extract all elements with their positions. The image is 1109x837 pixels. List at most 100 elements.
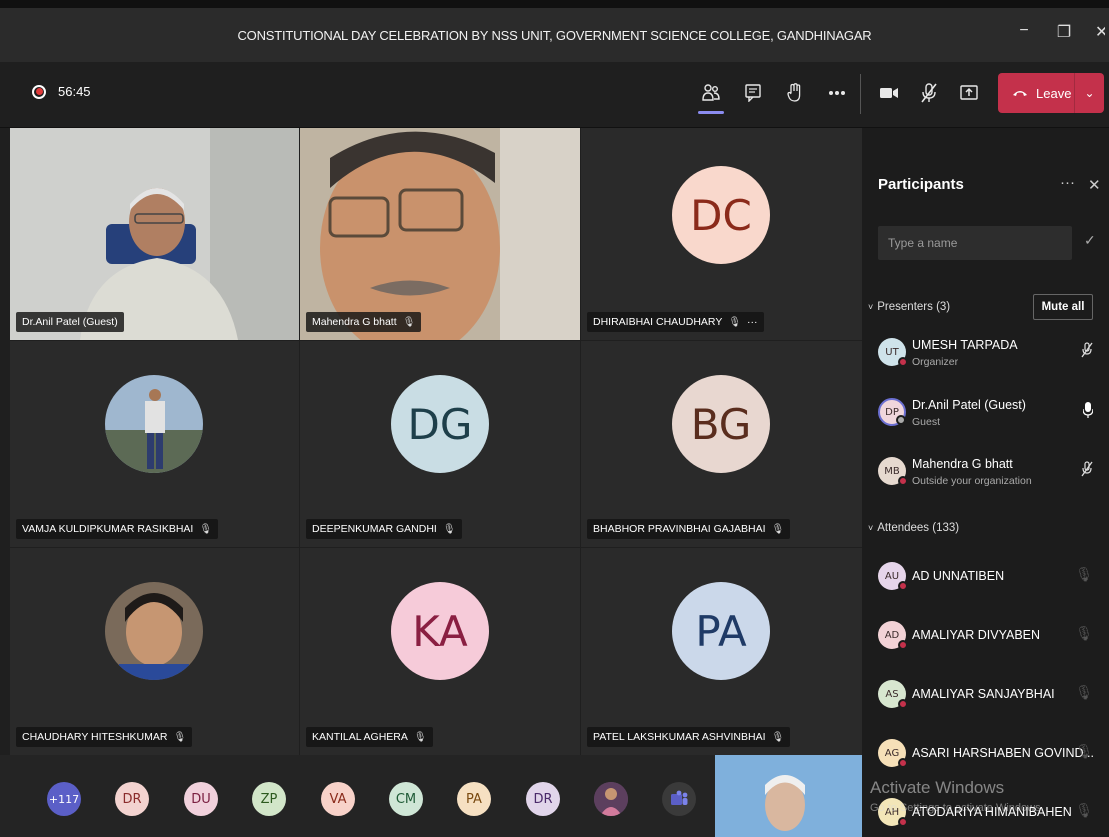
mic-icon: 🎙	[771, 731, 785, 743]
participant-avatar: BG	[672, 375, 770, 473]
tile-label: DHIRAIBHAI CHAUDHARY 🎙 ···	[587, 312, 764, 332]
search-input[interactable]	[878, 226, 1072, 260]
tile-more-icon[interactable]: ···	[747, 316, 758, 328]
mic-off-icon[interactable]: 🎙	[1075, 802, 1093, 819]
leave-label: Leave	[1036, 85, 1072, 101]
mic-off-icon[interactable]: 🎙	[1075, 566, 1093, 583]
camera-icon[interactable]	[878, 80, 900, 106]
minimize-icon[interactable]: −	[1015, 22, 1033, 42]
check-icon[interactable]: ✓	[1084, 232, 1096, 249]
mute-all-button[interactable]: Mute all	[1033, 294, 1093, 320]
presenters-header[interactable]: ˅ Presenters (3)	[868, 301, 950, 313]
restore-icon[interactable]: ❐	[1055, 22, 1073, 42]
phone-hangup-icon	[1013, 91, 1027, 96]
participant-row[interactable]: AS AMALIYAR SANJAYBHAI 🎙	[878, 676, 1103, 720]
mic-off-icon[interactable]: 🎙	[1075, 625, 1093, 642]
participant-name: BHABHOR PRAVINBHAI GAJABHAI	[593, 523, 766, 535]
video-tile[interactable]: DC DHIRAIBHAI CHAUDHARY 🎙 ···	[581, 128, 862, 340]
participant-chip[interactable]: DR	[115, 782, 149, 816]
participant-row[interactable]: UT UMESH TARPADA Organizer	[878, 334, 1103, 378]
participant-row[interactable]: AD AMALIYAR DIVYABEN 🎙	[878, 617, 1103, 661]
video-tile[interactable]: Dr.Anil Patel (Guest)	[10, 128, 299, 340]
participant-avatar: AD	[878, 621, 908, 650]
leave-main[interactable]: Leave	[998, 86, 1074, 101]
mic-off-icon[interactable]: 🎙	[1075, 743, 1093, 760]
participants-panel: Participants ··· ✕ ✓ ˅ Presenters (3) Mu…	[862, 128, 1109, 837]
status-icon	[898, 581, 908, 591]
participant-photo	[105, 582, 203, 680]
mic-off-icon[interactable]	[1081, 342, 1093, 361]
tile-label: CHAUDHARY HITESHKUMAR 🎙	[16, 727, 193, 747]
participant-video	[300, 128, 580, 340]
panel-more-icon[interactable]: ···	[1060, 174, 1075, 191]
video-tile[interactable]: PA PATEL LAKSHKUMAR ASHVINBHAI 🎙	[581, 548, 862, 755]
participant-avatar: AG	[878, 739, 908, 768]
video-tile[interactable]: VAMJA KULDIPKUMAR RASIKBHAI 🎙	[10, 341, 299, 547]
participant-name: UMESH TARPADA	[912, 338, 1018, 352]
participant-row[interactable]: MB Mahendra G bhatt Outside your organiz…	[878, 453, 1103, 497]
participant-chip[interactable]: CM	[389, 782, 423, 816]
participants-icon[interactable]	[698, 80, 724, 114]
meeting-title: CONSTITUTIONAL DAY CELEBRATION BY NSS UN…	[237, 27, 872, 43]
mic-icon: 🎙	[199, 523, 213, 535]
chevron-down-icon[interactable]: ⌄	[1075, 86, 1104, 100]
video-tile[interactable]: KA KANTILAL AGHERA 🎙	[300, 548, 580, 755]
video-tile[interactable]: DG DEEPENKUMAR GANDHI 🎙	[300, 341, 580, 547]
activate-windows-watermark: Activate Windows	[870, 778, 1005, 797]
teams-icon[interactable]	[662, 782, 696, 816]
participant-avatar: AS	[878, 680, 908, 709]
participant-name: Mahendra G bhatt	[312, 316, 397, 328]
participant-video	[10, 128, 299, 340]
mic-off-icon[interactable]: 🎙	[1075, 684, 1093, 701]
leave-button[interactable]: Leave ⌄	[998, 73, 1104, 113]
participant-name: Mahendra G bhatt	[912, 457, 1013, 471]
chat-icon[interactable]	[742, 80, 764, 106]
share-screen-icon[interactable]	[958, 80, 980, 106]
participant-row[interactable]: DP Dr.Anil Patel (Guest) Guest	[878, 394, 1103, 438]
recording-indicator: 56:45	[32, 84, 91, 99]
participant-name: Dr.Anil Patel (Guest)	[912, 398, 1026, 412]
attendees-header[interactable]: ˅ Attendees (133)	[868, 522, 959, 534]
participant-avatar: DG	[391, 375, 489, 473]
participant-chip[interactable]: PA	[457, 782, 491, 816]
self-view-video[interactable]	[715, 755, 862, 837]
status-icon	[898, 699, 908, 709]
participant-chip[interactable]: DU	[184, 782, 218, 816]
status-icon	[898, 357, 908, 367]
participant-name: DHIRAIBHAI CHAUDHARY	[593, 316, 723, 328]
mic-icon[interactable]	[1082, 402, 1094, 421]
mic-off-icon[interactable]	[1081, 461, 1093, 480]
video-grid: Dr.Anil Patel (Guest) Mahendra G bhatt 🎙…	[10, 128, 862, 755]
status-icon	[898, 640, 908, 650]
participant-chip[interactable]: DR	[526, 782, 560, 816]
participant-row[interactable]: AG ASARI HARSHABEN GOVIND... 🎙	[878, 735, 1103, 779]
participant-chip[interactable]: ZP	[252, 782, 286, 816]
mic-icon: 🎙	[728, 316, 742, 328]
title-bar: CONSTITUTIONAL DAY CELEBRATION BY NSS UN…	[0, 0, 1109, 62]
participant-row[interactable]: AU AD UNNATIBEN 🎙	[878, 558, 1103, 602]
participant-name: CHAUDHARY HITESHKUMAR	[22, 731, 168, 743]
participant-name: AMALIYAR SANJAYBHAI	[912, 687, 1055, 701]
more-icon[interactable]	[826, 80, 848, 106]
chevron-down-icon: ˅	[868, 523, 874, 533]
close-window-icon[interactable]: ✕	[1095, 22, 1105, 42]
raise-hand-icon[interactable]	[784, 80, 806, 106]
participant-chip[interactable]: VA	[321, 782, 355, 816]
participant-avatar: UT	[878, 338, 908, 367]
more-participants-chip[interactable]: +117	[47, 782, 81, 816]
participant-name: ASARI HARSHABEN GOVIND...	[912, 746, 1094, 760]
participant-avatar: AU	[878, 562, 908, 591]
mic-off-icon[interactable]	[918, 80, 940, 106]
participant-row[interactable]: AH ATODARIYA HIMANIBAHEN 🎙	[878, 794, 1103, 837]
video-tile[interactable]: BG BHABHOR PRAVINBHAI GAJABHAI 🎙	[581, 341, 862, 547]
video-tile[interactable]: CHAUDHARY HITESHKUMAR 🎙	[10, 548, 299, 755]
status-icon	[898, 476, 908, 486]
video-tile[interactable]: Mahendra G bhatt 🎙	[300, 128, 580, 340]
participant-name: AMALIYAR DIVYABEN	[912, 628, 1041, 642]
toolbar-left-icons	[698, 80, 848, 114]
status-icon	[898, 758, 908, 768]
close-icon[interactable]: ✕	[1088, 176, 1101, 194]
tile-label: KANTILAL AGHERA 🎙	[306, 727, 433, 747]
participant-photo-chip[interactable]	[594, 782, 628, 816]
tile-label: VAMJA KULDIPKUMAR RASIKBHAI 🎙	[16, 519, 219, 539]
